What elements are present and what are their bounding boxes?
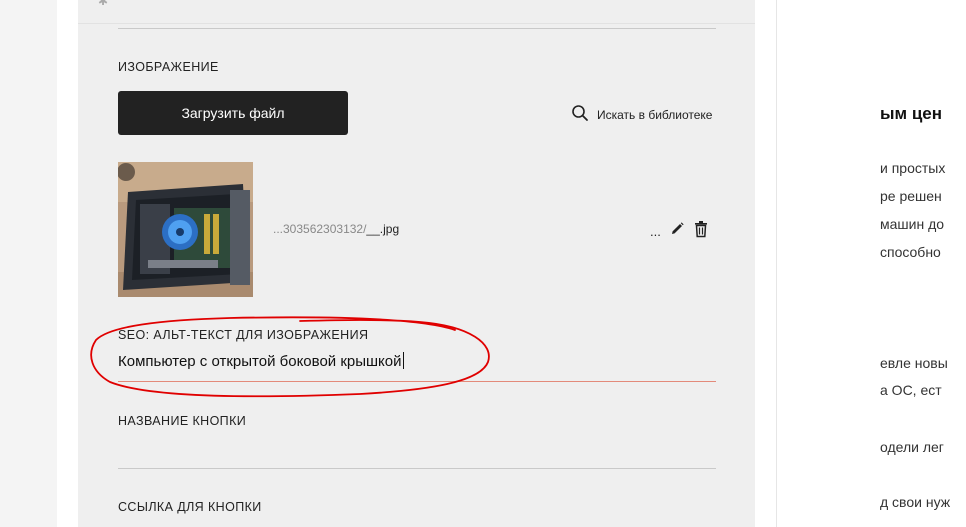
section-divider [118, 28, 716, 29]
file-name-extension: __.jpg [366, 222, 400, 236]
seo-input-underline [118, 381, 716, 382]
button-name-label: НАЗВАНИЕ КНОПКИ [118, 414, 247, 428]
image-section-label: ИЗОБРАЖЕНИЕ [118, 60, 219, 74]
article-heading-fragment: ым цен [880, 104, 942, 123]
article-line: а ОС, ест [880, 382, 942, 398]
panel-divider [776, 0, 777, 527]
article-line: евле новы [880, 355, 948, 371]
article-line: ре решен [880, 188, 942, 204]
seo-alt-text-value: Компьютер с открытой боковой крышкой [118, 353, 402, 370]
seo-alt-text-input[interactable]: Компьютер с открытой боковой крышкой [118, 352, 404, 370]
file-name: ...303562303132/__.jpg [273, 222, 399, 236]
article-line: способно [880, 244, 941, 260]
article-line: и простых [880, 160, 946, 176]
search-library-button[interactable]: Искать в библиотеке [571, 104, 712, 125]
left-margin [0, 0, 57, 527]
image-thumbnail[interactable] [118, 162, 253, 297]
delete-trash-icon[interactable] [693, 220, 709, 243]
article-line: одели лег [880, 439, 944, 455]
search-icon [571, 104, 589, 125]
article-line: машин до [880, 216, 945, 232]
text-caret [402, 352, 404, 369]
article-line: д свои нуж [880, 494, 951, 510]
button-name-underline [118, 468, 716, 469]
edit-pencil-icon[interactable] [669, 221, 685, 242]
drag-handle-icon[interactable]: ✱ [98, 0, 108, 8]
upload-file-button[interactable]: Загрузить файл [118, 91, 348, 135]
panel-gap [755, 0, 776, 527]
more-options-button[interactable]: ... [650, 224, 661, 239]
file-name-path: ...303562303132/ [273, 222, 367, 236]
button-link-label: ССЫЛКА ДЛЯ КНОПКИ [118, 500, 262, 514]
panel-top-divider [78, 23, 755, 24]
file-actions: ... [650, 220, 709, 243]
search-library-label: Искать в библиотеке [597, 107, 713, 122]
seo-alt-text-label: SEO: АЛЬТ-ТЕКСТ ДЛЯ ИЗОБРАЖЕНИЯ [118, 328, 369, 342]
